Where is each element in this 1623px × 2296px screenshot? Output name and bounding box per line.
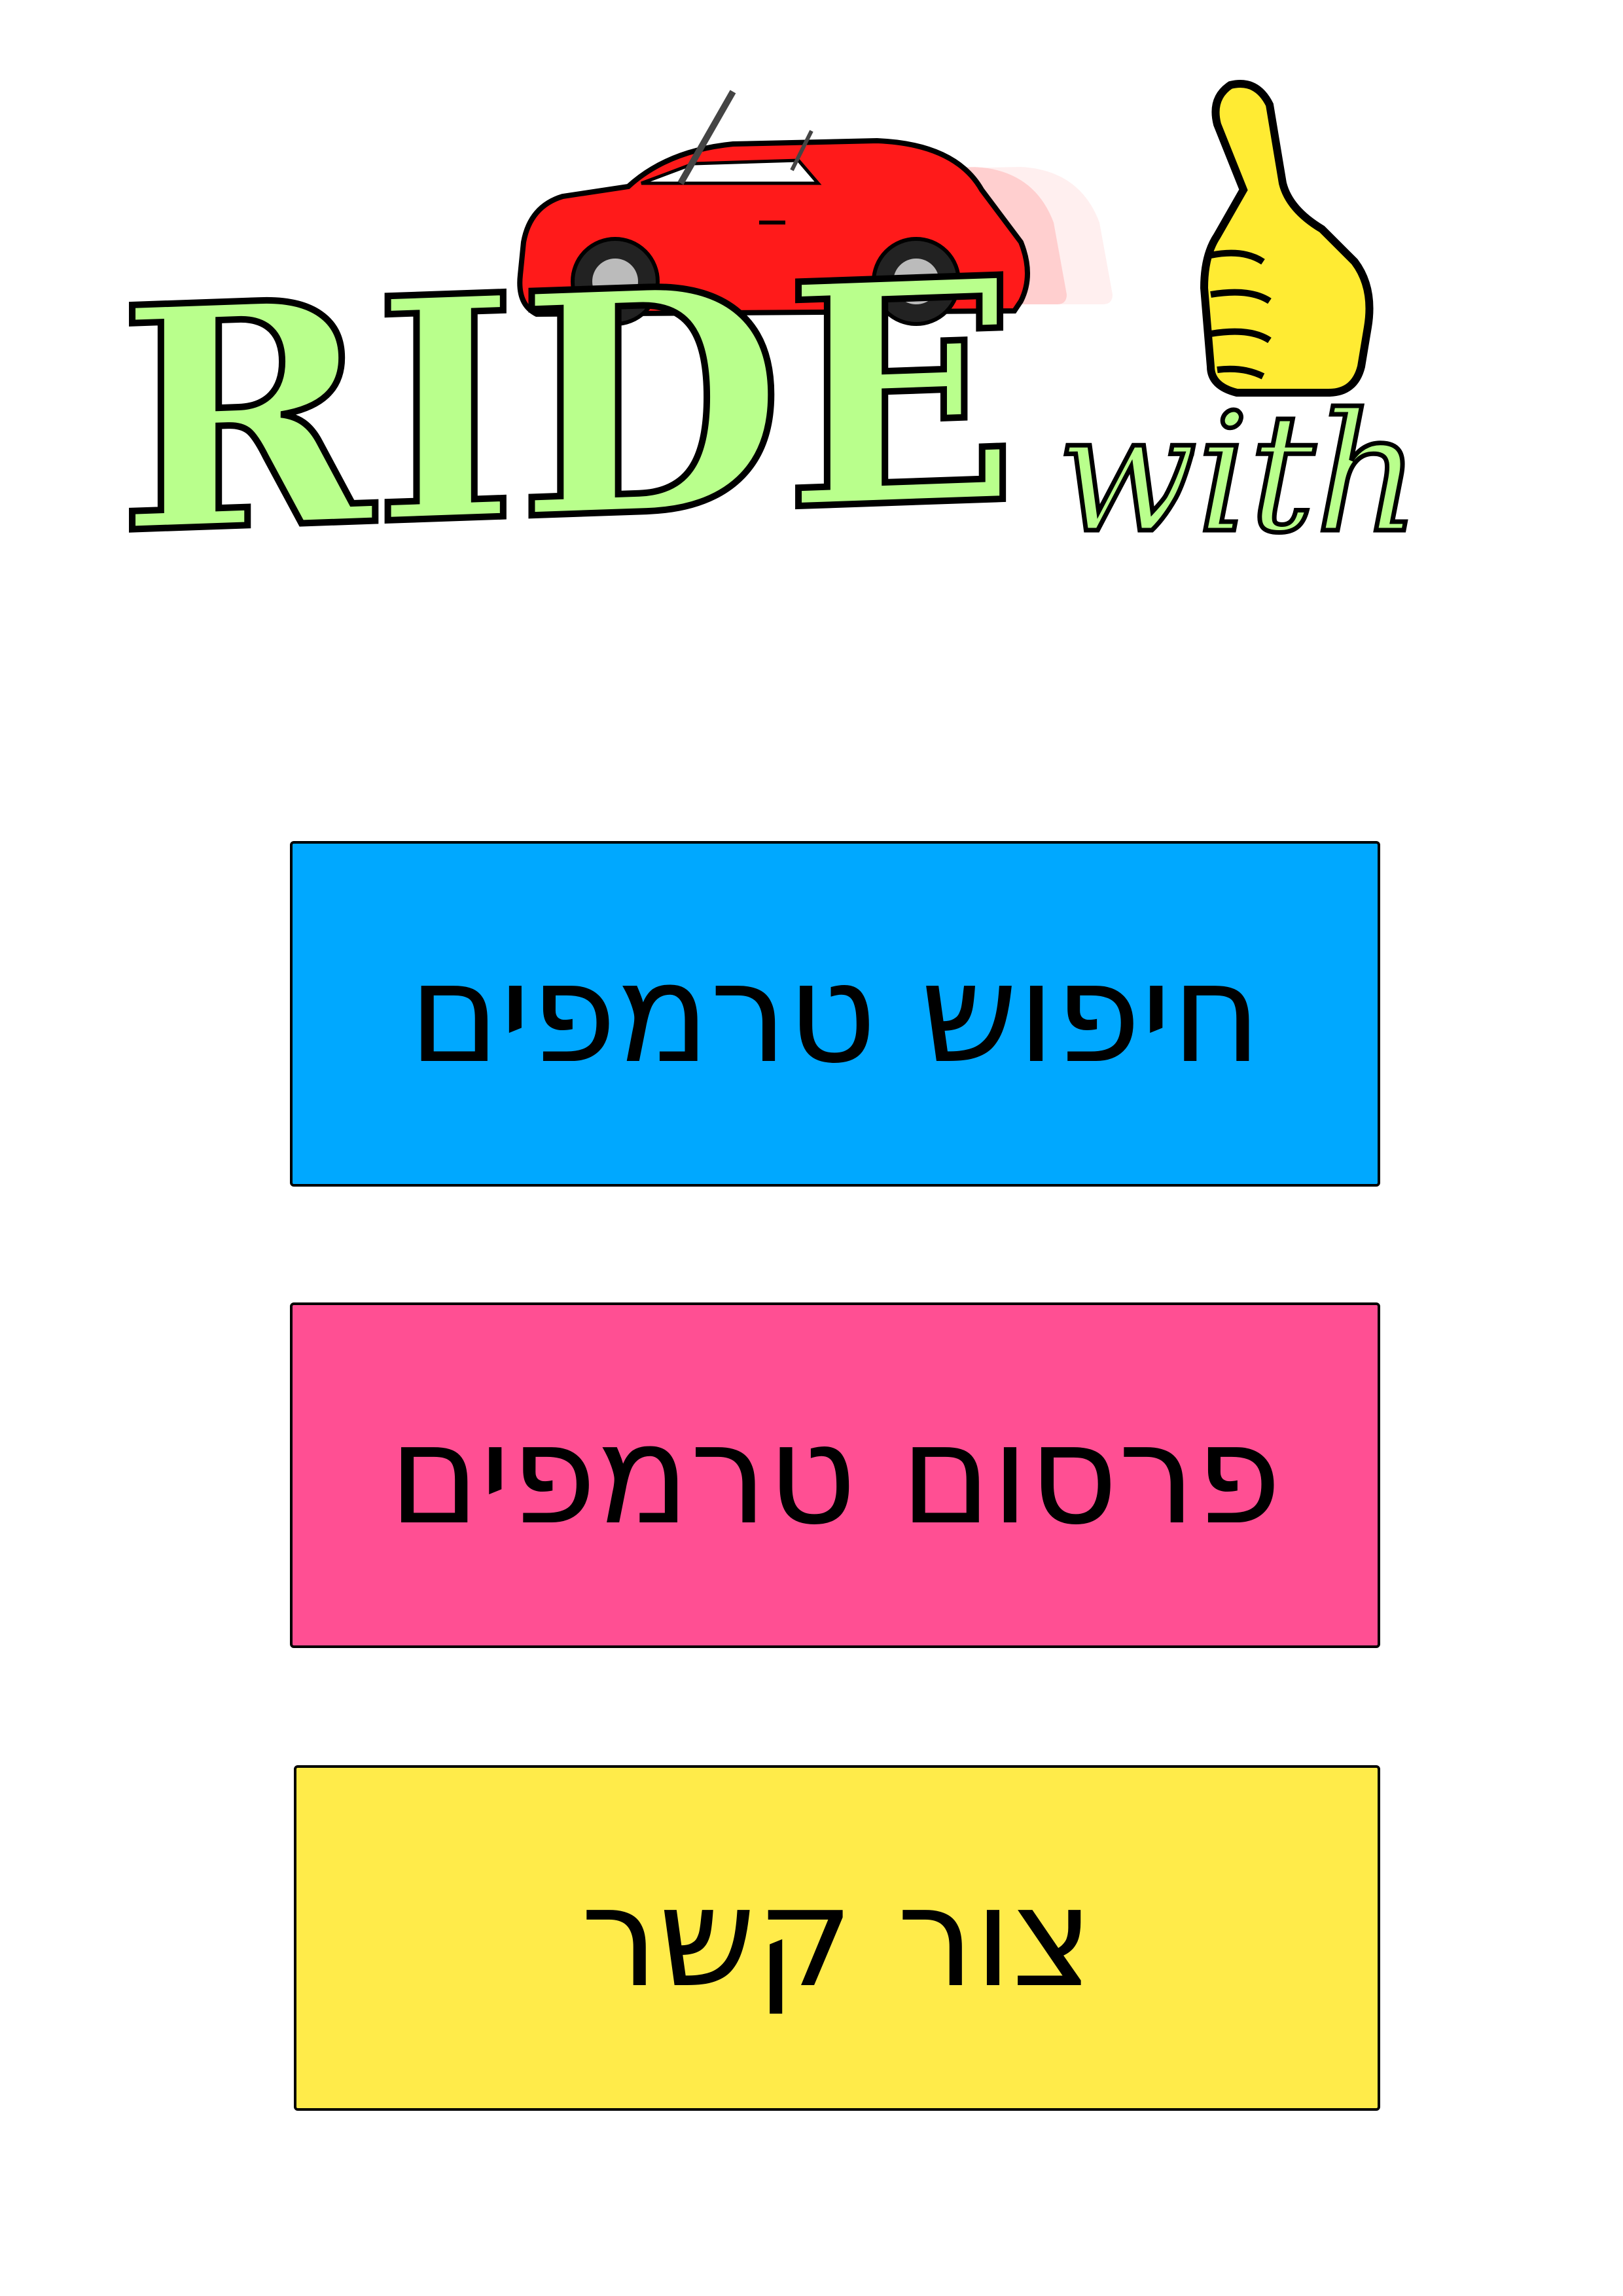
publish-rides-button[interactable]: פרסום טרמפים xyxy=(290,1302,1380,1648)
publish-rides-label: פרסום טרמפים xyxy=(388,1395,1282,1555)
svg-text:with: with xyxy=(1057,378,1420,569)
ride-with-logo: RIDE with xyxy=(105,79,1466,576)
thumbs-up-icon xyxy=(1200,80,1374,397)
contact-us-button[interactable]: צור קשר xyxy=(294,1765,1380,2111)
svg-text:RIDE: RIDE xyxy=(118,209,1018,576)
with-logo-text: with xyxy=(1055,376,1423,571)
contact-us-label: צור קשר xyxy=(580,1857,1094,2018)
search-rides-button[interactable]: חיפוש טרמפים xyxy=(290,841,1380,1187)
ride-logo-text: RIDE xyxy=(115,206,1022,576)
search-rides-label: חיפוש טרמפים xyxy=(408,933,1262,1094)
